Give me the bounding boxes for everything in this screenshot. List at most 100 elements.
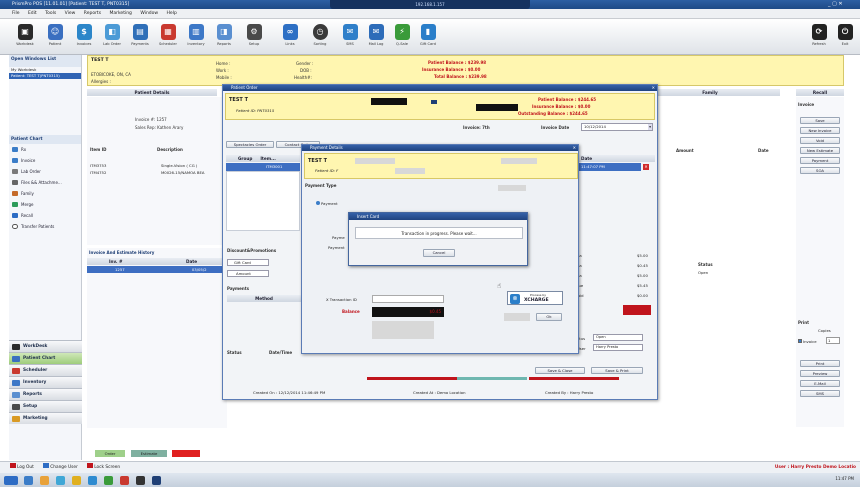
copies-input[interactable]: 1	[826, 337, 840, 344]
taskbar-app-icon[interactable]	[24, 476, 33, 485]
taskbar-app-icon[interactable]	[104, 476, 113, 485]
invoice-date-picker[interactable]: 10/12/2014 ▾	[581, 123, 653, 131]
mail-log-tool[interactable]: ✉ Mail Log	[364, 24, 388, 46]
links-tool[interactable]: ∞ Links	[278, 24, 302, 46]
menu-file[interactable]: File	[12, 11, 20, 16]
taskbar-app-icon[interactable]	[152, 476, 161, 485]
cancel-button[interactable]: Cancel	[423, 249, 455, 257]
menu-view[interactable]: View	[65, 11, 76, 16]
taskbar-app-icon[interactable]	[120, 476, 129, 485]
menu-window[interactable]: Window	[140, 11, 158, 16]
save-print-button[interactable]: Save & Print	[591, 367, 643, 374]
order-date-row[interactable]: 11:47:07 PM	[575, 163, 641, 171]
order-item-row[interactable]: ITM3001	[226, 163, 300, 171]
order-user-select[interactable]: Harry Presto	[593, 344, 643, 351]
tab-patient-details[interactable]: Patient Details	[87, 89, 217, 96]
workdesk-tool[interactable]: ▣ Workdesk	[14, 24, 36, 46]
delete-row-icon[interactable]: ✕	[643, 164, 649, 170]
nav-patient-chart[interactable]: Patient Chart	[9, 352, 82, 364]
soa-button[interactable]: SOA	[800, 167, 840, 174]
close-icon[interactable]: ✕	[652, 85, 655, 91]
setup-tool[interactable]: ⚙ Setup	[242, 24, 266, 46]
item-row-2-id[interactable]: ITM4752	[90, 170, 106, 175]
chart-transfer[interactable]: Transfer Patients	[9, 221, 81, 232]
nav-marketing[interactable]: Marketing	[9, 412, 82, 424]
taskbar-app-icon[interactable]	[40, 476, 49, 485]
sorting-tool[interactable]: ◷ Sorting	[308, 24, 332, 46]
invoices-tool[interactable]: $ Invoices	[72, 24, 96, 46]
patient-tool[interactable]: ☺ Patient	[44, 24, 66, 46]
start-button-icon[interactable]	[4, 476, 18, 485]
tab-recall[interactable]: Recall	[796, 89, 844, 96]
menu-help[interactable]: Help	[167, 11, 177, 16]
item-row-2-desc[interactable]: M0026-15/NAMOA BEA	[161, 170, 204, 175]
amount-select[interactable]: Amount	[227, 270, 269, 277]
remote-session-bar[interactable]: 192.168.1.157	[330, 0, 530, 9]
menu-reports[interactable]: Reports	[84, 11, 101, 16]
item-row-1-id[interactable]: ITM3753	[90, 163, 106, 168]
new-estimate-button[interactable]: New Estimate	[800, 147, 840, 154]
transaction-id-input[interactable]	[372, 295, 444, 303]
chart-recall[interactable]: Recall	[9, 210, 81, 221]
nav-reports[interactable]: Reports	[9, 388, 82, 400]
chart-rx[interactable]: Rx	[9, 144, 81, 155]
refresh-tool[interactable]: ⟳ Refresh	[808, 24, 830, 46]
taskbar-app-icon[interactable]	[72, 476, 81, 485]
menu-tools[interactable]: Tools	[45, 11, 56, 16]
allergies-label: Allergies :	[91, 79, 111, 84]
invoice-checkbox[interactable]: Invoice	[798, 339, 817, 344]
close-icon[interactable]: ✕	[573, 145, 576, 151]
gift-card-select[interactable]: Gift Card	[227, 259, 269, 266]
status-col-value: Open	[698, 270, 709, 275]
change-user-link[interactable]: Change User	[43, 463, 78, 470]
tab-spectacles-order[interactable]: Spectacles Order	[226, 141, 274, 148]
payment-button[interactable]: Payment	[800, 157, 840, 164]
q-sale-tool[interactable]: ⚡ Q-Sale	[390, 24, 414, 46]
chart-files[interactable]: Files && Attachme...	[9, 177, 81, 188]
xcharge-processor[interactable]: ⊗ Process by XCHARGE	[507, 291, 563, 305]
nav-workdesk[interactable]: WorkDesk	[9, 340, 82, 352]
radio-icon	[316, 201, 320, 205]
chart-family[interactable]: Family	[9, 188, 81, 199]
inventory-tool[interactable]: ▥ Inventory	[184, 24, 208, 46]
history-row[interactable]: 1257 03/05/2	[87, 266, 227, 273]
chart-merge[interactable]: Merge	[9, 199, 81, 210]
email-button[interactable]: E-Mail	[800, 380, 840, 387]
scheduler-tool[interactable]: ▦ Scheduler	[156, 24, 180, 46]
lab-order-tool[interactable]: ◧ Lab Order	[100, 24, 124, 46]
gift-card-tool[interactable]: ▮ Gift Card	[416, 24, 440, 46]
chart-invoice[interactable]: Invoice	[9, 155, 81, 166]
lab-order-icon	[12, 169, 18, 174]
save-button[interactable]: Save	[800, 117, 840, 124]
window-controls[interactable]: _ ▢ ✕	[828, 1, 843, 7]
exit-tool[interactable]: ⏻ Exit	[834, 24, 856, 46]
order-status-select[interactable]: Open	[593, 334, 643, 341]
payment-patient-name: TEST T	[308, 158, 327, 164]
save-close-button[interactable]: Save & Close	[535, 367, 585, 374]
taskbar-app-icon[interactable]	[136, 476, 145, 485]
menu-marketing[interactable]: Marketing	[109, 11, 131, 16]
nav-inventory[interactable]: Inventory	[9, 376, 82, 388]
item-row-1-desc[interactable]: Single-Vision ( CG )	[161, 163, 197, 168]
taskbar-app-icon[interactable]	[88, 476, 97, 485]
logout-link[interactable]: Log Out	[10, 463, 34, 470]
tab-family[interactable]: Family	[640, 89, 780, 96]
chart-lab-order[interactable]: Lab Order	[9, 166, 81, 177]
reports-tool[interactable]: ◨ Reports	[212, 24, 236, 46]
payment-ok-button[interactable]: Ok	[536, 313, 562, 321]
taskbar-app-icon[interactable]	[56, 476, 65, 485]
payment-radio[interactable]: Payment	[316, 201, 338, 206]
payments-tool[interactable]: ▤ Payments	[128, 24, 152, 46]
nav-setup[interactable]: Setup	[9, 400, 82, 412]
void-button[interactable]: Void	[800, 137, 840, 144]
menu-edit[interactable]: Edit	[28, 11, 37, 16]
print-button[interactable]: Print	[800, 360, 840, 367]
preview-button[interactable]: Preview	[800, 370, 840, 377]
new-invoice-button[interactable]: New Invoice	[800, 127, 840, 134]
nav-scheduler[interactable]: Scheduler	[9, 364, 82, 376]
sms-tool[interactable]: ✉ SMS	[338, 24, 362, 46]
sms-button[interactable]: SMS	[800, 390, 840, 397]
lock-screen-link[interactable]: Lock Screen	[87, 463, 120, 470]
order-invoice-date-label: Invoice Date	[541, 125, 570, 130]
lock-icon	[87, 463, 94, 468]
